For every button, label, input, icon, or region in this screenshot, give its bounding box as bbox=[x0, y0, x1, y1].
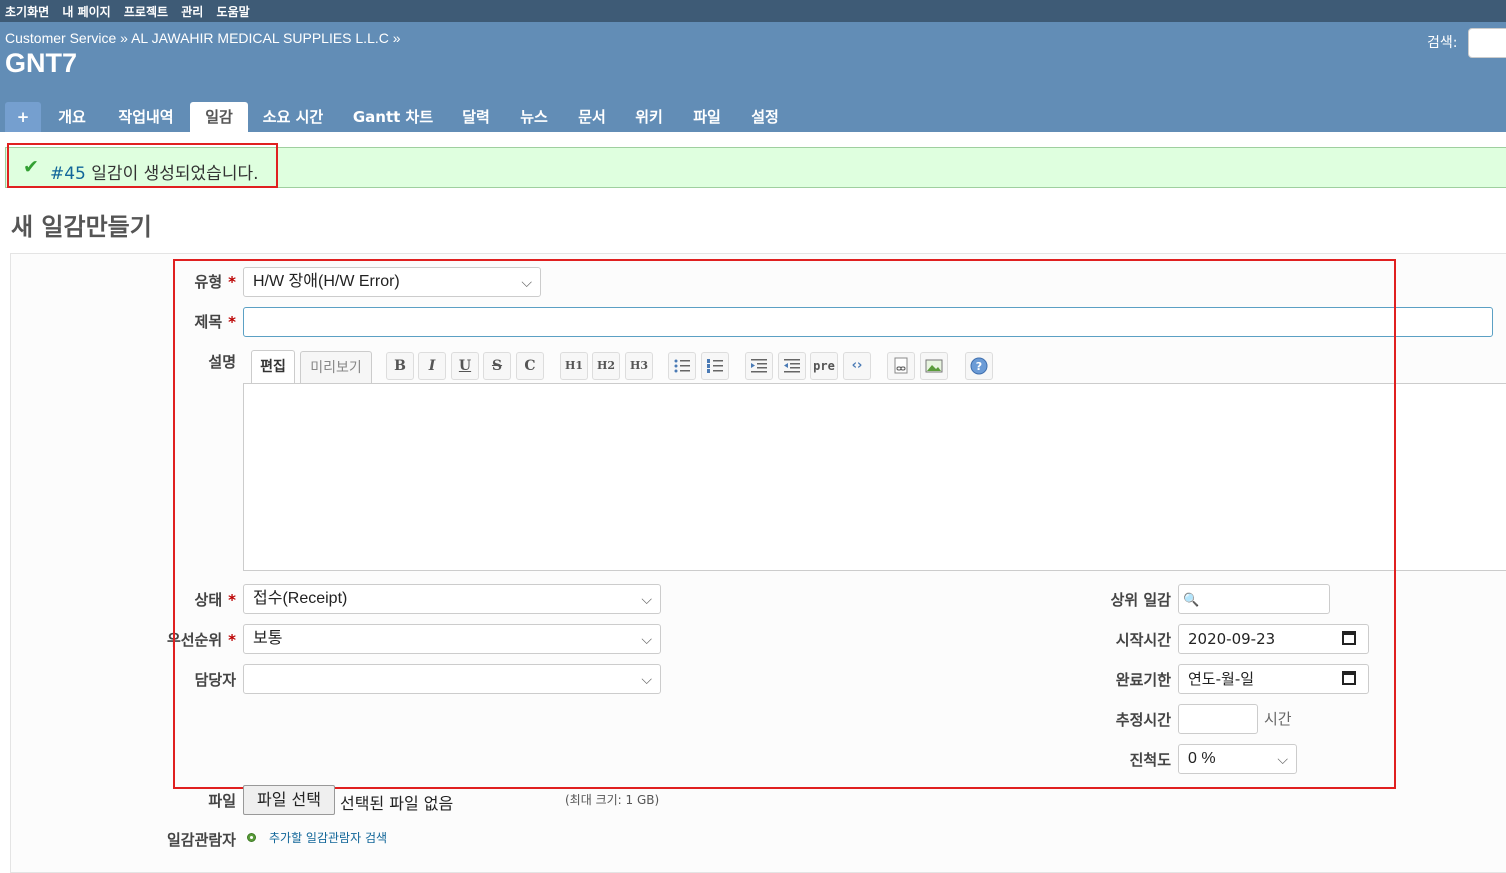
top-menu-help[interactable]: 도움말 bbox=[217, 5, 250, 19]
tab-documents[interactable]: 문서 bbox=[572, 102, 612, 132]
no-file-chosen: 선택된 파일 없음 bbox=[340, 794, 454, 813]
top-menu-bar: 초기화면 내 페이지 프로젝트 관리 도움말 bbox=[0, 0, 1506, 22]
tab-wiki[interactable]: 위키 bbox=[629, 102, 669, 132]
top-menu: 초기화면 내 페이지 프로젝트 관리 도움말 bbox=[5, 3, 259, 20]
highlight-box-flash bbox=[7, 143, 278, 188]
tab-news[interactable]: 뉴스 bbox=[514, 102, 554, 132]
breadcrumb-parent2[interactable]: AL JAWAHIR MEDICAL SUPPLIES L.L.C bbox=[131, 30, 389, 46]
breadcrumb-sep: » bbox=[120, 30, 128, 46]
top-menu-admin[interactable]: 관리 bbox=[181, 5, 203, 19]
top-menu-projects[interactable]: 프로젝트 bbox=[124, 5, 168, 19]
top-menu-my-page[interactable]: 내 페이지 bbox=[62, 5, 110, 19]
search-input[interactable] bbox=[1468, 28, 1506, 58]
tab-issues[interactable]: 일감 bbox=[190, 102, 248, 132]
breadcrumb-parent1[interactable]: Customer Service bbox=[5, 30, 116, 46]
tab-activity[interactable]: 작업내역 bbox=[104, 102, 188, 132]
add-icon bbox=[247, 833, 256, 842]
max-file-size: (최대 크기: 1 GB) bbox=[565, 793, 660, 807]
tab-time-spent[interactable]: 소요 시간 bbox=[255, 102, 331, 132]
top-menu-home[interactable]: 초기화면 bbox=[5, 5, 49, 19]
tab-files[interactable]: 파일 bbox=[687, 102, 727, 132]
page-title: 새 일감만들기 bbox=[11, 213, 152, 241]
project-header: Customer Service » AL JAWAHIR MEDICAL SU… bbox=[0, 22, 1506, 132]
breadcrumb-sep: » bbox=[392, 30, 401, 46]
tab-settings[interactable]: 설정 bbox=[745, 102, 785, 132]
files-label: 파일 bbox=[208, 792, 236, 810]
tab-gantt[interactable]: Gantt 차트 bbox=[346, 102, 440, 132]
tab-calendar[interactable]: 달력 bbox=[456, 102, 496, 132]
project-title: GNT7 bbox=[5, 48, 78, 78]
breadcrumb: Customer Service » AL JAWAHIR MEDICAL SU… bbox=[5, 30, 401, 46]
choose-file-button[interactable]: 파일 선택 bbox=[243, 785, 335, 815]
tab-new[interactable]: + bbox=[5, 102, 41, 132]
tab-overview[interactable]: 개요 bbox=[48, 102, 96, 132]
watchers-label: 일감관람자 bbox=[166, 831, 236, 849]
search-watchers-link[interactable]: 추가할 일감관람자 검색 bbox=[269, 829, 387, 846]
highlight-box-form bbox=[173, 259, 1396, 789]
search-label: 검색: bbox=[1427, 35, 1458, 51]
